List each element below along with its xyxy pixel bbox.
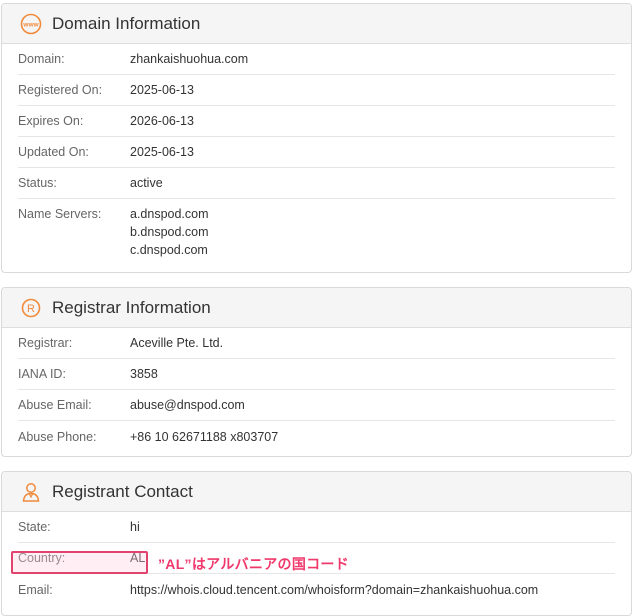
country-highlight-box [11, 551, 148, 574]
svg-text:www: www [22, 21, 39, 28]
registrar-info-title: Registrar Information [52, 297, 211, 317]
email-row: Email: https://whois.cloud.tencent.com/w… [18, 574, 615, 605]
field-value: 2026-06-13 [130, 114, 194, 128]
field-value: 2025-06-13 [130, 83, 194, 97]
name-servers-row: Name Servers: a.dnspod.com b.dnspod.com … [18, 199, 615, 265]
field-value: hi [130, 520, 140, 534]
name-server: c.dnspod.com [130, 243, 208, 257]
abuse-email-row: Abuse Email: abuse@dnspod.com [18, 390, 615, 421]
registrant-contact-title: Registrant Contact [52, 481, 193, 501]
field-label: IANA ID: [18, 367, 66, 381]
field-label: Expires On: [18, 114, 84, 128]
www-icon: www [20, 13, 42, 35]
status-row: Status: active [18, 168, 615, 199]
domain-info-card: www Domain Information Domain: zhankaish… [1, 3, 632, 273]
field-value: 2025-06-13 [130, 145, 194, 159]
field-label: Name Servers: [18, 207, 102, 221]
field-label: Status: [18, 176, 57, 190]
updated-on-row: Updated On: 2025-06-13 [18, 137, 615, 168]
field-label: Domain: [18, 52, 65, 66]
iana-id-row: IANA ID: 3858 [18, 359, 615, 390]
registered-icon: R [20, 297, 42, 319]
svg-text:R: R [27, 303, 35, 315]
field-label: Registrar: [18, 336, 73, 350]
domain-row: Domain: zhankaishuohua.com [18, 44, 615, 75]
field-value: +86 10 62671188 x803707 [130, 429, 279, 444]
domain-info-header: www Domain Information [2, 4, 631, 44]
field-value: 3858 [130, 367, 158, 381]
person-icon [20, 481, 42, 503]
field-label: Email: [18, 582, 53, 597]
field-value: abuse@dnspod.com [130, 398, 245, 412]
name-servers-list: a.dnspod.com b.dnspod.com c.dnspod.com [130, 205, 209, 259]
field-label: Updated On: [18, 145, 89, 159]
registrant-contact-card: Registrant Contact State: hi Country: AL… [1, 471, 632, 616]
registrar-info-header: R Registrar Information [2, 288, 631, 328]
annotation-text: ”AL”はアルバニアの国コード [158, 556, 350, 572]
registrar-row: Registrar: Aceville Pte. Ltd. [18, 328, 615, 359]
field-value: zhankaishuohua.com [130, 52, 249, 66]
domain-info-title: Domain Information [52, 13, 201, 33]
field-value: Aceville Pte. Ltd. [130, 336, 224, 350]
state-row: State: hi [18, 512, 615, 543]
field-value: active [130, 176, 163, 190]
field-label: Abuse Email: [18, 398, 92, 412]
expires-on-row: Expires On: 2026-06-13 [18, 106, 615, 137]
registrar-info-card: R Registrar Information Registrar: Acevi… [1, 287, 632, 457]
field-label: State: [18, 520, 51, 534]
registered-on-row: Registered On: 2025-06-13 [18, 75, 615, 106]
name-server: b.dnspod.com [130, 225, 209, 239]
name-server: a.dnspod.com [130, 207, 209, 221]
field-label: Abuse Phone: [18, 429, 97, 444]
field-label: Registered On: [18, 83, 103, 97]
email-link[interactable]: https://whois.cloud.tencent.com/whoisfor… [130, 583, 538, 597]
abuse-phone-row: Abuse Phone: +86 10 62671188 x803707 [18, 421, 615, 452]
registrant-contact-header: Registrant Contact [2, 472, 631, 512]
